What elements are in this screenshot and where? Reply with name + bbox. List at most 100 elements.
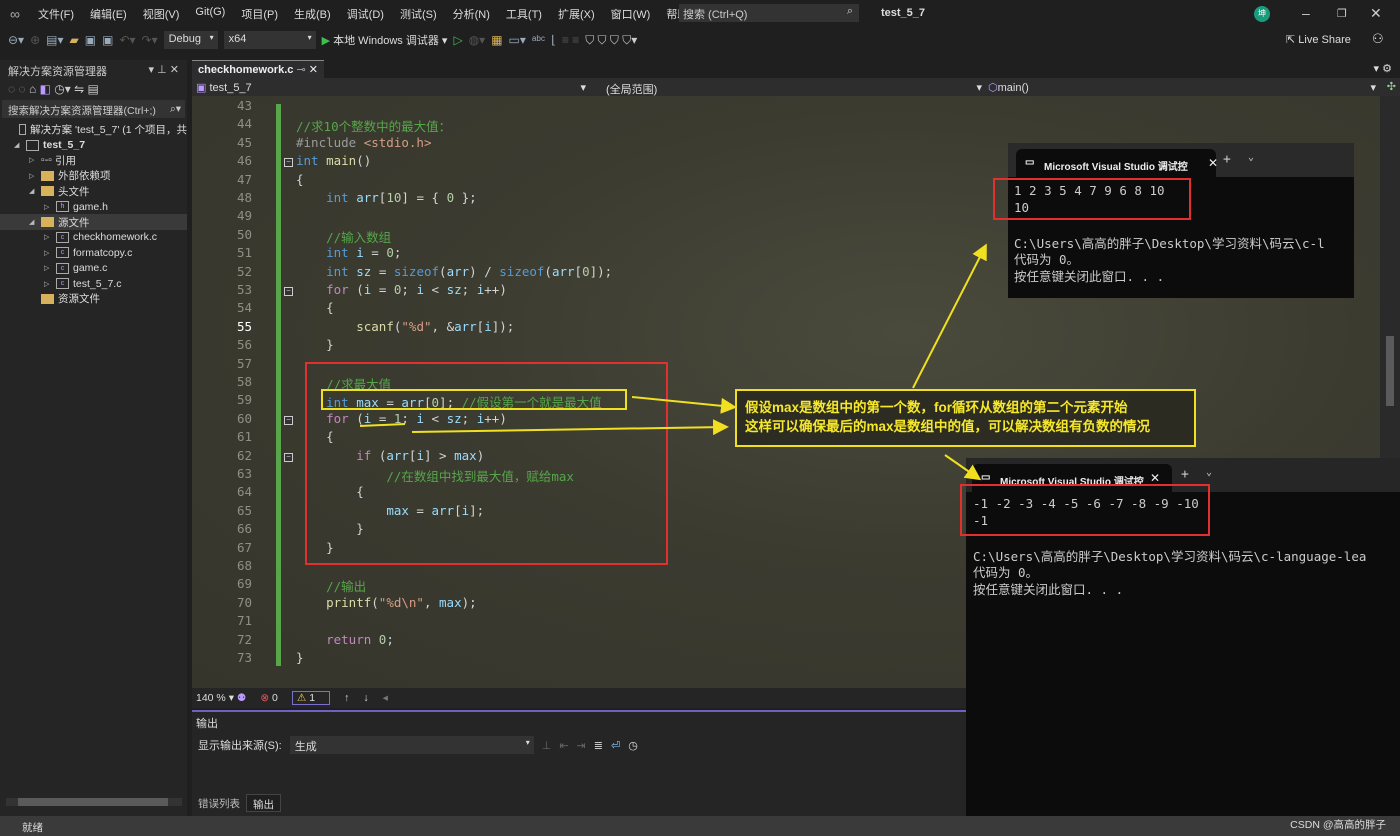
code-line[interactable]: //求10个整数中的最大值： xyxy=(296,116,451,135)
live-share-button[interactable]: ⇱ Live Share xyxy=(1286,33,1351,46)
spellcheck-icon[interactable]: ᵃᵇᶜ xyxy=(532,33,545,47)
menu-item[interactable]: 编辑(E) xyxy=(82,6,135,22)
tab-checkhomework[interactable]: checkhomework.c ⊸ ✕ xyxy=(192,60,324,78)
code-line[interactable]: int sz = sizeof(arr) / sizeof(arr[0]); xyxy=(296,264,612,279)
menu-item[interactable]: Git(G) xyxy=(187,6,233,22)
restore-icon[interactable]: ❐ xyxy=(1337,7,1347,20)
menu-item[interactable]: 视图(V) xyxy=(135,6,188,22)
save-icon[interactable]: ▣ xyxy=(85,33,96,47)
next-issue-icon[interactable]: ↓ xyxy=(363,692,368,704)
menu-item[interactable]: 测试(S) xyxy=(392,6,445,22)
new-tab-icon[interactable]: + xyxy=(1181,467,1189,482)
chevron-down-icon[interactable]: ⌄ xyxy=(1206,467,1212,478)
tree-item[interactable]: ▷ 外部依赖项 xyxy=(0,168,187,183)
code-line[interactable]: { xyxy=(296,172,304,187)
collapse-icon[interactable]: ▤ xyxy=(88,82,99,96)
switch-view-icon[interactable]: ◧ xyxy=(40,82,51,96)
prev-message-icon[interactable]: ⇤ xyxy=(559,739,568,752)
window-layout-icon[interactable]: ▭▾ xyxy=(509,33,526,47)
fold-toggle-icon[interactable]: − xyxy=(284,287,293,296)
menu-item[interactable]: 文件(F) xyxy=(30,6,82,22)
redo-icon[interactable]: ↷▾ xyxy=(142,33,158,47)
expanded-arrow-icon[interactable]: ◢ xyxy=(29,218,41,226)
zoom-dropdown[interactable]: 140 % ▾ ⚉ xyxy=(196,692,246,704)
pin-icon[interactable]: ⊥ xyxy=(157,64,167,76)
tree-item[interactable]: ▷ c test_5_7.c xyxy=(0,276,187,291)
close-icon[interactable]: ✕ xyxy=(1370,5,1382,22)
close-tab-icon[interactable]: ✕ xyxy=(1150,471,1160,485)
tree-item[interactable]: ◢ test_5_7 xyxy=(0,137,187,152)
menu-item[interactable]: 生成(B) xyxy=(286,6,339,22)
tree-item[interactable]: ▷ c checkhomework.c xyxy=(0,230,187,245)
avatar[interactable]: 坤 xyxy=(1254,6,1270,22)
tree-item[interactable]: ▷ ▫-▫ 引用 xyxy=(0,153,187,168)
menu-item[interactable]: 项目(P) xyxy=(233,6,286,22)
feedback-icon[interactable]: ⚇ xyxy=(1372,31,1384,47)
expanded-arrow-icon[interactable]: ◢ xyxy=(14,141,26,149)
forward-icon[interactable]: ⊕ xyxy=(30,33,40,47)
function-dropdown[interactable]: ⬡main() ▾ xyxy=(988,81,1376,94)
horizontal-scrollbar[interactable] xyxy=(6,798,182,806)
fold-toggle-icon[interactable]: − xyxy=(284,158,293,168)
close-tab-icon[interactable]: ✕ xyxy=(309,64,318,76)
tree-item[interactable]: ▷ c formatcopy.c xyxy=(0,245,187,260)
code-line[interactable]: for (i = 0; i < sz; i++) xyxy=(296,282,507,297)
sync-icon[interactable]: ⇋ xyxy=(74,82,84,96)
save-all-icon[interactable]: ▣ xyxy=(102,33,113,47)
output-source-dropdown[interactable]: 生成 ▾ xyxy=(289,736,534,754)
errors-indicator[interactable]: ⊗ 0 xyxy=(260,692,278,704)
code-line[interactable]: int i = 0; xyxy=(296,245,401,260)
collapsed-arrow-icon[interactable]: ▷ xyxy=(44,233,56,241)
config-dropdown[interactable]: Debug ▾ xyxy=(163,31,218,49)
code-line[interactable]: printf("%d\n", max); xyxy=(296,595,477,610)
code-line[interactable]: int main() xyxy=(296,153,371,168)
collapsed-arrow-icon[interactable]: ▷ xyxy=(29,172,41,180)
close-tab-icon[interactable]: ✕ xyxy=(1208,156,1218,170)
back-icon[interactable]: ◌ xyxy=(8,82,15,96)
expanded-arrow-icon[interactable]: ◢ xyxy=(29,187,41,195)
tree-item[interactable]: ▷ c game.c xyxy=(0,261,187,276)
code-line[interactable]: #include <stdio.h> xyxy=(296,135,431,150)
code-line[interactable]: { xyxy=(296,300,334,315)
chevron-down-icon[interactable]: ⌄ xyxy=(1248,152,1254,163)
code-line[interactable]: scanf("%d", &arr[i]); xyxy=(296,319,514,334)
code-line[interactable]: } xyxy=(296,650,304,665)
scroll-left-icon[interactable]: ◂ xyxy=(383,692,388,704)
menu-item[interactable]: 窗口(W) xyxy=(603,6,659,22)
undo-icon[interactable]: ↶▾ xyxy=(119,33,135,47)
menu-item[interactable]: 扩展(X) xyxy=(550,6,603,22)
close-icon[interactable]: ✕ xyxy=(170,64,179,76)
collapsed-arrow-icon[interactable]: ▷ xyxy=(44,280,56,288)
menu-item[interactable]: 分析(N) xyxy=(445,6,498,22)
home-icon[interactable]: ⌂ xyxy=(29,82,36,96)
open-icon[interactable]: ▰ xyxy=(70,33,79,47)
tree-item[interactable]: 解决方案 'test_5_7' (1 个项目，共 xyxy=(0,122,187,137)
code-line[interactable]: int arr[10] = { 0 }; xyxy=(296,190,477,205)
fold-toggle-icon[interactable]: − xyxy=(284,452,293,462)
project-dropdown[interactable]: ▣ test_5_7 ▾ xyxy=(196,81,586,94)
solution-search-input[interactable]: 搜索解决方案资源管理器(Ctrl+;) ⌕▾ xyxy=(2,100,185,118)
tab-output[interactable]: 输出 xyxy=(246,794,281,812)
code-line[interactable]: //输入数组 xyxy=(296,227,391,246)
terminal-tab[interactable]: ▭ Microsoft Visual Studio 调试控 ✕ xyxy=(1016,149,1218,177)
start-debug-button[interactable]: ▶ 本地 Windows 调试器 ▾ xyxy=(322,32,448,48)
tree-item[interactable]: 资源文件 xyxy=(0,291,187,306)
timestamp-icon[interactable]: ◷ xyxy=(628,739,638,752)
new-tab-icon[interactable]: + xyxy=(1223,152,1231,167)
clear-all-icon[interactable]: ≣ xyxy=(594,739,603,752)
hot-reload-icon[interactable]: ◍▾ xyxy=(469,33,486,47)
collapsed-arrow-icon[interactable]: ▷ xyxy=(44,249,56,257)
collapsed-arrow-icon[interactable]: ▷ xyxy=(44,203,56,211)
bookmark-icon[interactable]: ⛉ ⛉ ⛉ ⛉▾ xyxy=(585,33,637,48)
warnings-indicator[interactable]: ⚠ 1 xyxy=(291,691,331,705)
minimize-icon[interactable]: – xyxy=(1302,5,1310,21)
chevron-down-icon[interactable]: ▾ xyxy=(149,64,155,76)
tree-item[interactable]: ▷ h game.h xyxy=(0,199,187,214)
start-without-debug-icon[interactable]: ▷ xyxy=(453,33,462,47)
forward-icon[interactable]: ◌ xyxy=(18,82,25,96)
back-icon[interactable]: ⊖▾ xyxy=(8,33,24,47)
code-line[interactable]: } xyxy=(296,337,334,352)
solution-view-icon[interactable]: ▦ xyxy=(491,33,502,47)
menu-item[interactable]: 调试(D) xyxy=(339,6,392,22)
find-message-icon[interactable]: ⊥ xyxy=(542,739,552,752)
